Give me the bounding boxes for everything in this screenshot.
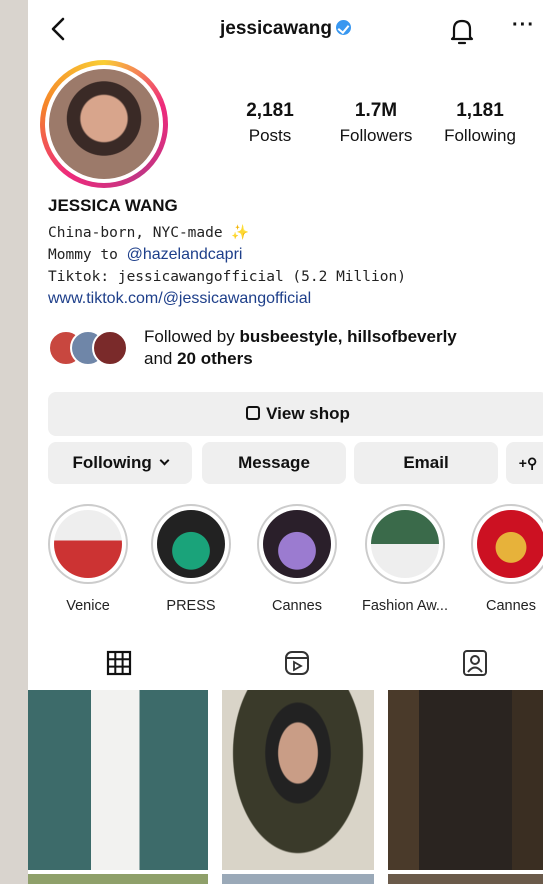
- highlight-venice[interactable]: Venice: [45, 504, 131, 614]
- followed-by[interactable]: Followed by busbeestyle, hillsofbeverly …: [48, 326, 528, 374]
- followed-by-others: 20 others: [177, 349, 253, 368]
- add-user-button[interactable]: +⚲: [506, 442, 543, 484]
- highlight-thumbnail: [477, 510, 543, 578]
- highlight-cannes[interactable]: Cannes: [254, 504, 340, 614]
- profile-tabs: [28, 640, 543, 688]
- following-label: Following: [444, 126, 516, 145]
- highlight-thumbnail: [263, 510, 331, 578]
- followed-by-prefix: Followed by: [144, 327, 240, 346]
- notification-bell-icon[interactable]: [448, 16, 476, 46]
- highlight-press[interactable]: PRESS: [148, 504, 234, 614]
- posts-grid: [28, 690, 543, 884]
- post-thumbnail[interactable]: [28, 690, 208, 870]
- stat-following[interactable]: 1,181 Following: [432, 100, 528, 146]
- reels-tab-icon[interactable]: [282, 648, 312, 678]
- profile-avatar[interactable]: [40, 60, 168, 188]
- followed-by-and: and: [144, 349, 178, 368]
- highlight-thumbnail: [371, 510, 439, 578]
- post-thumbnail[interactable]: [388, 690, 543, 870]
- posts-label: Posts: [248, 126, 292, 145]
- post-thumbnail[interactable]: [28, 874, 208, 884]
- bio-line-2: Mommy to @hazelandcapri: [48, 244, 528, 266]
- story-highlights: Venice PRESS Cannes Fashion Aw... Cannes: [28, 504, 543, 624]
- stat-followers[interactable]: 1.7M Followers: [328, 100, 424, 146]
- email-button[interactable]: Email: [354, 442, 498, 484]
- tagged-tab-icon[interactable]: [460, 648, 490, 678]
- profile-bio: JESSICA WANG China-born, NYC-made ✨ Momm…: [48, 196, 528, 310]
- email-button-label: Email: [403, 453, 449, 472]
- chevron-down-icon: [159, 455, 169, 466]
- bio-line-2-text: Mommy to: [48, 247, 127, 263]
- posts-count: 2,181: [246, 100, 294, 121]
- bio-line-1: China-born, NYC-made ✨: [48, 225, 250, 241]
- highlight-thumbnail: [54, 510, 122, 578]
- followers-label: Followers: [339, 126, 413, 145]
- following-button[interactable]: Following: [48, 442, 192, 484]
- highlight-fashion-awards[interactable]: Fashion Aw...: [362, 504, 448, 614]
- followers-count: 1.7M: [354, 100, 398, 121]
- message-button-label: Message: [238, 453, 310, 472]
- more-options-icon[interactable]: ···: [512, 14, 535, 37]
- following-button-label: Following: [72, 453, 152, 472]
- message-button[interactable]: Message: [202, 442, 346, 484]
- highlight-label: Cannes: [486, 598, 536, 614]
- highlight-thumbnail: [157, 510, 225, 578]
- highlight-cannes-2[interactable]: Cannes: [468, 504, 543, 614]
- view-shop-button[interactable]: View shop: [48, 392, 543, 436]
- top-bar: jessicawang ···: [28, 0, 543, 62]
- highlight-label: Fashion Aw...: [362, 598, 448, 614]
- mention-link[interactable]: @hazelandcapri: [127, 246, 243, 263]
- view-shop-label: View shop: [266, 404, 350, 423]
- followed-by-text: Followed by busbeestyle, hillsofbeverly …: [144, 326, 457, 370]
- post-thumbnail[interactable]: [222, 690, 374, 870]
- highlight-label: PRESS: [166, 598, 216, 614]
- avatar-photo: [49, 69, 159, 179]
- add-user-icon: +⚲: [518, 455, 538, 471]
- mutual-avatars: [48, 330, 138, 370]
- bio-website-link[interactable]: www.tiktok.com/@jessicawangofficial: [48, 288, 528, 310]
- username: jessicawang: [220, 18, 332, 39]
- highlight-label: Venice: [66, 598, 110, 614]
- display-name: JESSICA WANG: [48, 196, 178, 215]
- highlight-label: Cannes: [272, 598, 322, 614]
- grid-tab-icon[interactable]: [104, 648, 134, 678]
- following-count: 1,181: [456, 100, 504, 121]
- followed-by-names: busbeestyle, hillsofbeverly: [239, 327, 457, 346]
- stat-posts[interactable]: 2,181 Posts: [230, 100, 310, 146]
- bio-line-3: Tiktok: jessicawangofficial (5.2 Million…: [48, 269, 406, 285]
- mutual-avatar: [92, 330, 128, 366]
- profile-screen: jessicawang ··· 2,181 Posts 1.7M Followe…: [28, 0, 543, 884]
- post-thumbnail[interactable]: [222, 874, 374, 884]
- verified-badge-icon: [335, 20, 351, 35]
- post-thumbnail[interactable]: [388, 874, 543, 884]
- shopping-bag-icon: [246, 406, 261, 420]
